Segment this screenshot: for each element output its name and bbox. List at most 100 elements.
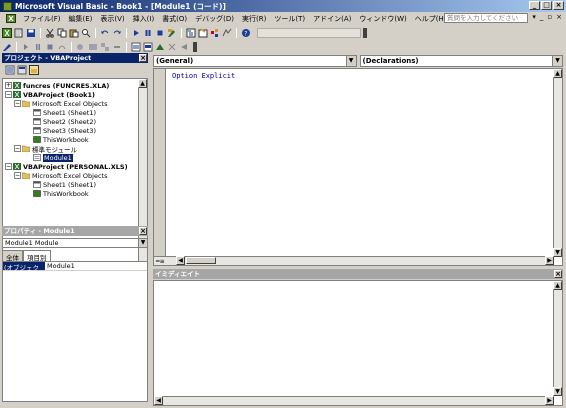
menu-addins[interactable]: アドイン(A) xyxy=(309,14,355,24)
doc-close-button[interactable]: × xyxy=(556,13,562,21)
doc-minimize-button[interactable]: ▾ xyxy=(532,13,536,21)
property-row[interactable]: (オブジェクト名) Module1 xyxy=(3,262,147,282)
collapse-toggle[interactable]: − xyxy=(5,163,12,170)
code-vertical-scrollbar[interactable]: ▲ ▼ xyxy=(553,69,562,257)
view-object-icon[interactable] xyxy=(17,65,27,75)
menu-view[interactable]: 表示(V) xyxy=(96,14,128,24)
properties-grid[interactable]: (オブジェクト名) Module1 xyxy=(2,261,148,402)
view-toggle-buttons[interactable]: ═≡ xyxy=(156,257,174,265)
chevron-down-icon[interactable]: ▼ xyxy=(552,56,562,66)
toolbar-grip[interactable] xyxy=(193,41,197,52)
tree-node-sheet2[interactable]: Sheet2 (Sheet2) xyxy=(33,117,96,126)
property-value[interactable]: Module1 xyxy=(45,262,75,270)
tree-node-standard-modules[interactable]: − 標準モジュール xyxy=(14,144,77,154)
doc-minimize-button-2[interactable]: _ xyxy=(540,13,544,21)
help-icon[interactable]: ? xyxy=(241,28,251,38)
step-into-icon[interactable] xyxy=(33,42,43,52)
locals-window-icon[interactable] xyxy=(76,42,86,52)
collapse-toggle[interactable]: − xyxy=(14,172,21,179)
project-explorer-icon[interactable] xyxy=(186,28,196,38)
code-margin-indicator[interactable] xyxy=(154,69,166,257)
paste-icon[interactable] xyxy=(69,28,79,38)
scroll-right-button[interactable]: ▶ xyxy=(545,396,554,405)
tree-node-funcres[interactable]: + funcres (FUNCRES.XLA) xyxy=(5,81,109,90)
close-button[interactable]: × xyxy=(553,1,564,10)
scroll-right-button[interactable]: ▶ xyxy=(545,256,554,265)
object-browser-icon[interactable] xyxy=(210,28,220,38)
immediate-window-icon[interactable] xyxy=(88,42,98,52)
scroll-down-button[interactable]: ▼ xyxy=(553,248,562,257)
tree-node-vbaproject-book1[interactable]: − VBAProject (Book1) xyxy=(5,90,95,99)
minimize-button[interactable]: _ xyxy=(529,1,540,10)
menu-insert[interactable]: 挿入(I) xyxy=(129,14,159,24)
undo-icon[interactable] xyxy=(100,28,110,38)
menu-format[interactable]: 書式(O) xyxy=(158,14,191,24)
reset-icon[interactable] xyxy=(155,28,165,38)
object-select[interactable]: (General) ▼ xyxy=(153,55,357,67)
menu-tools[interactable]: ツール(T) xyxy=(270,14,309,24)
menu-edit[interactable]: 編集(E) xyxy=(65,14,97,24)
break-icon[interactable] xyxy=(143,28,153,38)
scroll-left-button[interactable]: ◀ xyxy=(176,256,185,265)
scroll-thumb[interactable] xyxy=(186,257,216,264)
redo-icon[interactable] xyxy=(112,28,122,38)
menu-debug[interactable]: デバッグ(D) xyxy=(191,14,238,24)
tab-alphabetic[interactable]: 全体 xyxy=(2,250,23,262)
restore-button[interactable]: □ xyxy=(541,1,552,10)
tree-node-personal-sheet1[interactable]: Sheet1 (Sheet1) xyxy=(33,180,96,189)
collapse-toggle[interactable]: − xyxy=(14,100,21,107)
help-question-input[interactable]: 質問を入力してください xyxy=(444,13,528,23)
step-out-icon[interactable] xyxy=(57,42,67,52)
call-stack-icon[interactable] xyxy=(131,42,141,52)
tree-node-personal-thisworkbook[interactable]: ThisWorkbook xyxy=(33,189,89,198)
properties-close-button[interactable]: × xyxy=(139,227,147,235)
next-bookmark-icon[interactable] xyxy=(179,42,189,52)
run-icon[interactable] xyxy=(131,28,141,38)
comment-block-icon[interactable] xyxy=(143,42,153,52)
find-icon[interactable] xyxy=(81,28,91,38)
scroll-up-button[interactable]: ▲ xyxy=(553,69,562,78)
doc-restore-button[interactable]: ▫ xyxy=(547,13,552,21)
menu-file[interactable]: ファイル(F) xyxy=(19,14,65,24)
watch-window-icon[interactable] xyxy=(100,42,110,52)
scroll-left-button[interactable]: ◀ xyxy=(154,396,163,405)
scroll-up-button[interactable]: ▲ xyxy=(138,79,147,88)
full-module-view-icon[interactable]: ≡ xyxy=(160,258,165,265)
tab-categorized[interactable]: 項目別 xyxy=(23,250,51,262)
code-line[interactable]: Option Explicit xyxy=(172,72,235,80)
menu-window[interactable]: ウィンドウ(W) xyxy=(355,14,410,24)
save-icon[interactable] xyxy=(26,28,36,38)
code-horizontal-scrollbar[interactable]: ═≡ ◀ ▶ xyxy=(154,256,554,265)
scroll-down-button[interactable]: ▼ xyxy=(553,387,562,396)
collapse-toggle[interactable]: − xyxy=(5,91,12,98)
chevron-down-icon[interactable]: ▼ xyxy=(138,239,147,247)
immediate-input-area[interactable]: ▲ ▼ ◀ ▶ xyxy=(153,280,563,406)
toggle-folders-icon[interactable] xyxy=(29,65,39,75)
tree-node-excel-objects-personal[interactable]: − Microsoft Excel Objects xyxy=(14,171,108,180)
immediate-close-button[interactable]: × xyxy=(554,270,562,278)
project-explorer-close-button[interactable]: × xyxy=(139,54,147,62)
toggle-breakpoint-icon[interactable] xyxy=(21,42,31,52)
properties-window-icon[interactable] xyxy=(198,27,208,38)
menu-run[interactable]: 実行(R) xyxy=(238,14,270,24)
expand-toggle[interactable]: + xyxy=(5,82,12,89)
edit-toolbar-icon[interactable] xyxy=(2,42,12,52)
tree-node-excel-objects[interactable]: − Microsoft Excel Objects xyxy=(14,99,108,108)
tree-node-sheet3[interactable]: Sheet3 (Sheet3) xyxy=(33,126,96,135)
step-over-icon[interactable] xyxy=(45,42,55,52)
immediate-vertical-scrollbar[interactable]: ▲ ▼ xyxy=(553,281,562,396)
procedure-select[interactable]: (Declarations) ▼ xyxy=(359,55,563,67)
collapse-toggle[interactable]: − xyxy=(14,145,21,152)
cut-icon[interactable] xyxy=(45,28,55,38)
toolbox-icon[interactable] xyxy=(222,28,232,38)
properties-object-select[interactable]: Module1 Module ▼ xyxy=(2,238,148,248)
tree-node-sheet1[interactable]: Sheet1 (Sheet1) xyxy=(33,108,96,117)
view-code-icon[interactable] xyxy=(5,65,15,75)
chevron-down-icon[interactable]: ▼ xyxy=(345,56,356,66)
tree-node-vbaproject-personal[interactable]: − VBAProject (PERSONAL.XLS) xyxy=(5,162,128,171)
copy-icon[interactable] xyxy=(57,28,67,38)
scroll-up-button[interactable]: ▲ xyxy=(553,281,562,290)
tree-node-module1[interactable]: Module1 xyxy=(33,153,73,162)
immediate-horizontal-scrollbar[interactable]: ◀ ▶ xyxy=(154,396,554,405)
code-editor[interactable]: Option Explicit ▲ ▼ ═≡ ◀ ▶ xyxy=(153,68,563,266)
